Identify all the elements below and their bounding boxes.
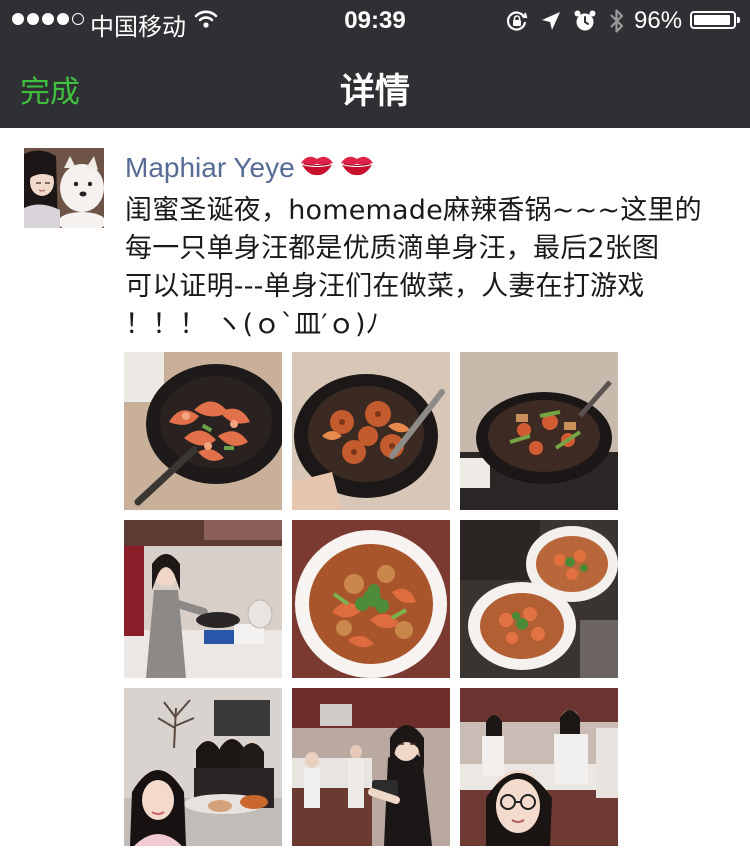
kiss-mark-icon: [339, 150, 375, 185]
photo-kitchen-selfie[interactable]: [460, 688, 618, 846]
post-text-line: 可以证明---单身汪们在做菜，人妻在打游戏: [125, 271, 645, 302]
status-bar: 中国移动 09:39 96%: [0, 0, 750, 41]
avatar[interactable]: [24, 148, 104, 228]
photo-two-plates[interactable]: [460, 520, 618, 678]
kiss-mark-icon: [299, 150, 335, 185]
photo-plated-dish[interactable]: [292, 520, 450, 678]
page-title: 详情: [339, 72, 410, 112]
post-text: 闺蜜圣诞夜，homemade麻辣香锅~~~这里的 每一只单身汪都是优质滴单身汪，…: [125, 192, 730, 344]
photo-friends-selfie[interactable]: [124, 688, 282, 846]
photo-kitchen-girl[interactable]: [292, 688, 450, 846]
location-icon: [541, 11, 561, 36]
post-text-line: 每一只单身汪都是优质滴单身汪，最后2张图: [125, 233, 660, 264]
post-text-line: 闺蜜圣诞夜，homemade麻辣香锅~~~这里的: [125, 195, 702, 226]
alarm-icon: [573, 9, 597, 38]
battery-icon: [690, 11, 740, 29]
author-name[interactable]: Maphiar Yeye: [125, 150, 375, 185]
photo-lotus-wok[interactable]: [292, 352, 450, 510]
photo-girl-cooking[interactable]: [124, 520, 282, 678]
rotation-lock-icon: [505, 9, 529, 38]
photo-shrimp-wok[interactable]: [124, 352, 282, 510]
battery-percent: 96%: [634, 7, 683, 34]
photo-wok-stove[interactable]: [460, 352, 618, 510]
nav-bar: 完成 详情: [0, 40, 750, 128]
author-name-text: Maphiar Yeye: [125, 151, 295, 183]
post-text-line: ！！！ ヽ(ｏ`皿′ｏ)ﾉ: [125, 309, 380, 340]
bluetooth-icon: [609, 8, 625, 39]
